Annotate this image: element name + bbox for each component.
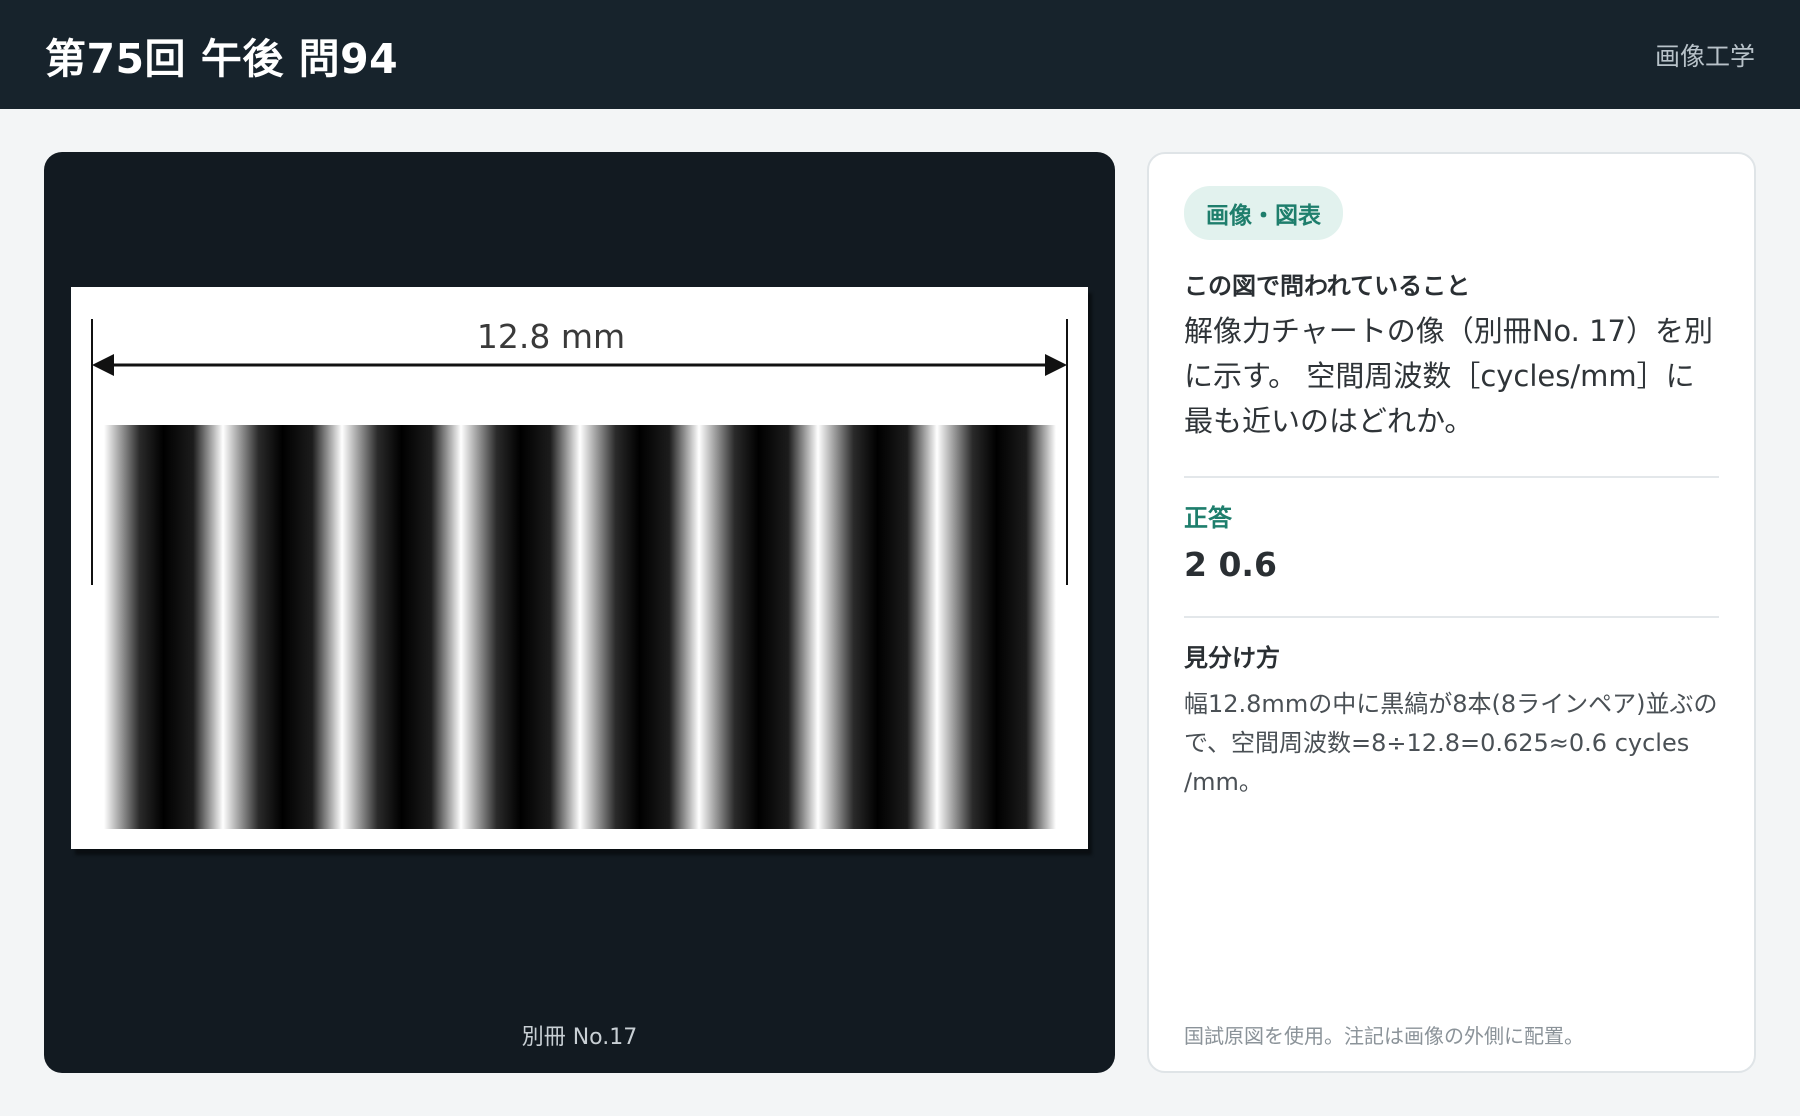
answer-value: 2 0.6 (1184, 545, 1277, 584)
line-pair-bar (223, 425, 342, 829)
figure-caption: 別冊 No.17 (521, 1025, 638, 1050)
resolution-chart-svg (91, 319, 1068, 829)
line-pair-bar (461, 425, 580, 829)
explanation-text: 幅12.8mmの中に黒縞が8本(8ラインペア)並ぶので、空間周波数=8÷12.8… (1184, 690, 1718, 796)
answer-label: 正答 (1184, 504, 1232, 532)
question-text: 解像力チャートの像（別冊No. 17）を別に示す。 空間周波数［cycles/m… (1184, 314, 1713, 438)
app-header: 第75回 午後 問94 画像工学 (0, 0, 1800, 109)
line-pair-bar (104, 425, 223, 829)
dimension-arrow-left (92, 354, 114, 376)
divider (1184, 476, 1719, 478)
line-pair-bar (580, 425, 699, 829)
explanation-heading: 見分け方 (1184, 644, 1280, 672)
line-pair-bar (818, 425, 937, 829)
line-pair-bar (342, 425, 461, 829)
resolution-chart-figure: 12.8 mm (71, 287, 1088, 849)
line-pair-bar (699, 425, 818, 829)
dimension-label: 12.8 mm (476, 317, 626, 356)
divider (1184, 616, 1719, 618)
question-heading: この図で問われていること (1184, 272, 1471, 300)
line-pair-bar (937, 425, 1056, 829)
image-panel: 12.8 mm 別冊 No.17 (44, 152, 1115, 1073)
figure-badge: 画像・図表 (1184, 186, 1343, 240)
footnote: 国試原図を使用。注記は画像の外側に配置。 (1184, 1024, 1584, 1048)
category-label: 画像工学 (1654, 41, 1755, 71)
page-title: 第75回 午後 問94 (45, 34, 399, 83)
dimension-arrow-right (1045, 354, 1067, 376)
info-panel: 画像・図表 この図で問われていること 解像力チャートの像（別冊No. 17）を別… (1147, 152, 1756, 1073)
